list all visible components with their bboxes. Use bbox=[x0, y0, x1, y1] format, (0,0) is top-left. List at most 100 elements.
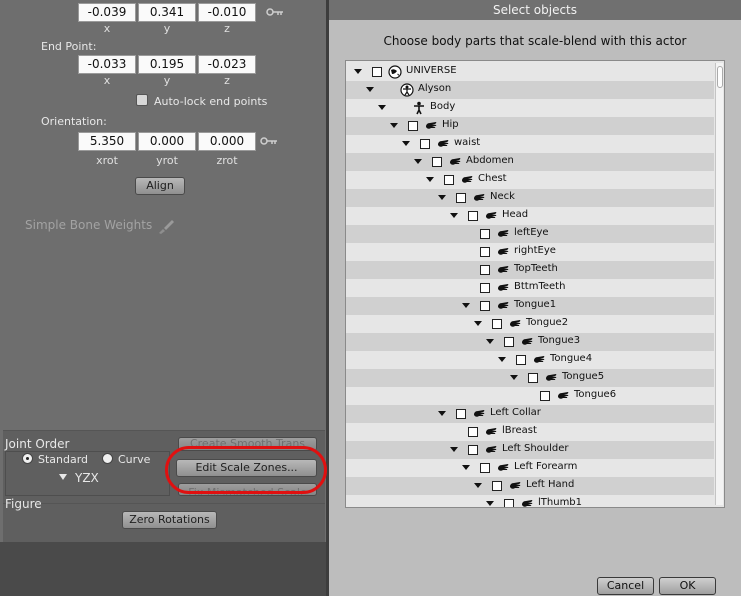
tree-row[interactable]: lThumb1 bbox=[346, 495, 714, 507]
tree-row[interactable]: Left Collar bbox=[346, 405, 714, 423]
tree-row-label: UNIVERSE bbox=[406, 65, 457, 76]
orientation-xrot-field[interactable]: 5.350 bbox=[78, 132, 136, 151]
end-point-z-field[interactable]: -0.023 bbox=[198, 55, 256, 74]
body-part-checkbox[interactable] bbox=[480, 283, 490, 293]
ok-button[interactable]: OK bbox=[659, 577, 716, 595]
key-icon[interactable] bbox=[260, 136, 278, 146]
globe-icon bbox=[388, 65, 402, 79]
expand-triangle-icon[interactable] bbox=[474, 321, 482, 326]
expand-triangle-icon[interactable] bbox=[390, 123, 398, 128]
expand-triangle-icon[interactable] bbox=[498, 357, 506, 362]
body-part-checkbox[interactable] bbox=[480, 301, 490, 311]
expand-triangle-icon[interactable] bbox=[462, 465, 470, 470]
tree-row[interactable]: Abdomen bbox=[346, 153, 714, 171]
tree-row[interactable]: Chest bbox=[346, 171, 714, 189]
rotation-order-value[interactable]: YZX bbox=[75, 471, 99, 485]
body-part-checkbox[interactable] bbox=[456, 193, 466, 203]
orientation-yrot-field[interactable]: 0.000 bbox=[138, 132, 196, 151]
tree-row[interactable]: Tongue6 bbox=[346, 387, 714, 405]
body-part-checkbox[interactable] bbox=[420, 139, 430, 149]
hand-icon bbox=[522, 338, 533, 345]
body-part-checkbox[interactable] bbox=[468, 445, 478, 455]
center-x-field[interactable]: -0.039 bbox=[78, 3, 136, 22]
center-y-field[interactable]: 0.341 bbox=[138, 3, 196, 22]
tree-row[interactable]: Left Hand bbox=[346, 477, 714, 495]
tree-row[interactable]: Neck bbox=[346, 189, 714, 207]
tree-row[interactable]: waist bbox=[346, 135, 714, 153]
body-part-checkbox[interactable] bbox=[492, 481, 502, 491]
tree-row[interactable]: Alyson bbox=[346, 81, 714, 99]
tree-row[interactable]: Tongue4 bbox=[346, 351, 714, 369]
tree-row[interactable]: Left Forearm bbox=[346, 459, 714, 477]
tree-row[interactable]: lBreast bbox=[346, 423, 714, 441]
body-part-checkbox[interactable] bbox=[468, 427, 478, 437]
dialog-instructions: Choose body parts that scale-blend with … bbox=[383, 34, 687, 48]
zero-rotations-button[interactable]: Zero Rotations bbox=[122, 511, 217, 529]
tree-row[interactable]: Hip bbox=[346, 117, 714, 135]
expand-triangle-icon[interactable] bbox=[474, 483, 482, 488]
align-button[interactable]: Align bbox=[135, 177, 185, 195]
scrollbar-thumb[interactable] bbox=[717, 66, 723, 88]
body-part-checkbox[interactable] bbox=[480, 229, 490, 239]
expand-triangle-icon[interactable] bbox=[438, 195, 446, 200]
center-z-field[interactable]: -0.010 bbox=[198, 3, 256, 22]
divider bbox=[3, 430, 325, 431]
tree-scrollbar[interactable] bbox=[715, 63, 723, 505]
body-icon bbox=[414, 101, 424, 115]
body-part-checkbox[interactable] bbox=[480, 463, 490, 473]
expand-triangle-icon[interactable] bbox=[414, 159, 422, 164]
body-part-checkbox[interactable] bbox=[528, 373, 538, 383]
tree-row[interactable]: TopTeeth bbox=[346, 261, 714, 279]
body-part-checkbox[interactable] bbox=[456, 409, 466, 419]
body-part-checkbox[interactable] bbox=[480, 265, 490, 275]
body-part-checkbox[interactable] bbox=[504, 499, 514, 507]
body-part-checkbox[interactable] bbox=[504, 337, 514, 347]
auto-lock-checkbox[interactable] bbox=[136, 94, 148, 106]
body-part-checkbox[interactable] bbox=[444, 175, 454, 185]
hand-icon bbox=[498, 230, 509, 237]
tree-row[interactable]: BttmTeeth bbox=[346, 279, 714, 297]
body-part-tree[interactable]: UNIVERSE Alyson Body Hip waist Abdomen Chest Ne… bbox=[345, 60, 725, 508]
body-part-checkbox[interactable] bbox=[540, 391, 550, 401]
expand-triangle-icon[interactable] bbox=[462, 303, 470, 308]
expand-triangle-icon[interactable] bbox=[450, 213, 458, 218]
expand-triangle-icon[interactable] bbox=[438, 411, 446, 416]
tree-row-label: Left Forearm bbox=[514, 461, 578, 472]
end-point-y-field[interactable]: 0.195 bbox=[138, 55, 196, 74]
cancel-button[interactable]: Cancel bbox=[597, 577, 654, 595]
expand-triangle-icon[interactable] bbox=[402, 141, 410, 146]
body-part-checkbox[interactable] bbox=[516, 355, 526, 365]
joint-editor-panel: -0.039 0.341 -0.010 x y z End Point: -0.… bbox=[0, 0, 327, 596]
orientation-zrot-field[interactable]: 0.000 bbox=[198, 132, 256, 151]
tree-row[interactable]: Tongue2 bbox=[346, 315, 714, 333]
tree-row[interactable]: Tongue3 bbox=[346, 333, 714, 351]
tree-row[interactable]: rightEye bbox=[346, 243, 714, 261]
key-icon[interactable] bbox=[266, 7, 284, 17]
body-part-checkbox[interactable] bbox=[432, 157, 442, 167]
curve-radio[interactable] bbox=[102, 453, 113, 464]
tree-row[interactable]: Head bbox=[346, 207, 714, 225]
paint-brush-icon[interactable] bbox=[156, 217, 176, 235]
body-part-checkbox[interactable] bbox=[468, 211, 478, 221]
tree-row[interactable]: Left Shoulder bbox=[346, 441, 714, 459]
expand-triangle-icon[interactable] bbox=[486, 339, 494, 344]
end-point-x-field[interactable]: -0.033 bbox=[78, 55, 136, 74]
standard-radio[interactable] bbox=[22, 453, 33, 464]
expand-triangle-icon[interactable] bbox=[354, 69, 362, 74]
tree-row[interactable]: Body bbox=[346, 99, 714, 117]
expand-triangle-icon[interactable] bbox=[486, 501, 494, 506]
body-part-checkbox[interactable] bbox=[408, 121, 418, 131]
expand-triangle-icon[interactable] bbox=[510, 375, 518, 380]
body-part-checkbox[interactable] bbox=[492, 319, 502, 329]
chevron-down-icon[interactable] bbox=[59, 474, 67, 480]
tree-row[interactable]: UNIVERSE bbox=[346, 63, 714, 81]
tree-row[interactable]: leftEye bbox=[346, 225, 714, 243]
tree-row[interactable]: Tongue1 bbox=[346, 297, 714, 315]
body-part-checkbox[interactable] bbox=[372, 67, 382, 77]
expand-triangle-icon[interactable] bbox=[366, 87, 374, 92]
body-part-checkbox[interactable] bbox=[480, 247, 490, 257]
expand-triangle-icon[interactable] bbox=[378, 105, 386, 110]
expand-triangle-icon[interactable] bbox=[450, 447, 458, 452]
expand-triangle-icon[interactable] bbox=[426, 177, 434, 182]
tree-row[interactable]: Tongue5 bbox=[346, 369, 714, 387]
